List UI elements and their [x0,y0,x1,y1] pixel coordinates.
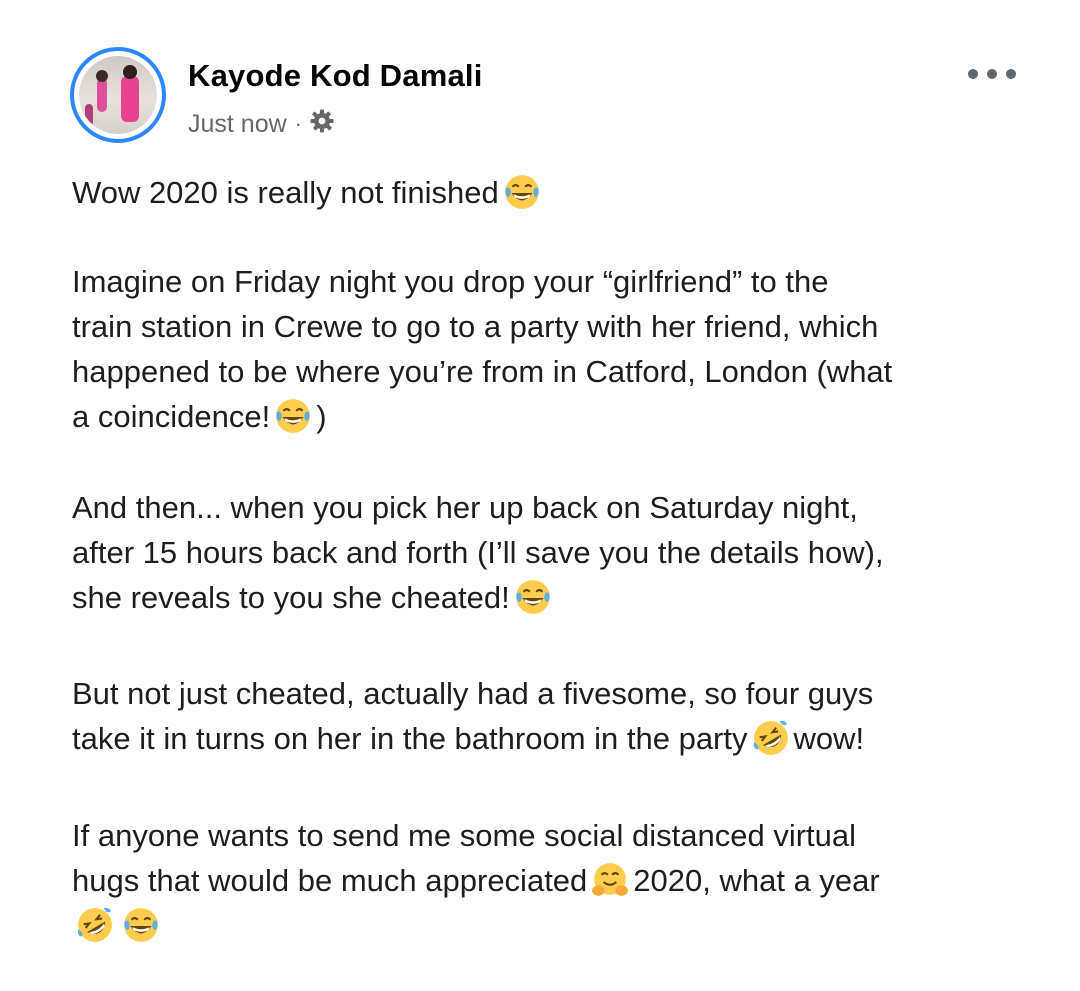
rofl-emoji-icon [753,720,788,755]
post-text: take it in turns on her in the bathroom … [72,721,748,756]
post-text-line: Wow 2020 is really not finished [72,170,1032,215]
post-text-line: she reveals to you she cheated! [72,575,1032,620]
post-paragraph: And then... when you pick her up back on… [72,485,1032,620]
more-options-icon[interactable] [968,62,1016,86]
post-text-line: Imagine on Friday night you drop your “g… [72,259,1032,304]
avatar-photo [79,56,157,134]
post-text: Imagine on Friday night you drop your “g… [72,264,829,299]
post-paragraph: Wow 2020 is really not finished [72,170,1032,215]
tears-of-joy-emoji-icon [124,908,158,942]
privacy-gear-icon[interactable] [310,109,334,140]
post-text: happened to be where you’re from in Catf… [72,354,893,389]
post-text: a coincidence! [72,399,271,434]
post-text: If anyone wants to send me some social d… [72,818,857,853]
post-text-line: hugs that would be much appreciated 2020… [72,858,1032,903]
tears-of-joy-emoji-icon [504,175,539,209]
post-text-line: If anyone wants to send me some social d… [72,813,1032,858]
post-text: train station in Crewe to go to a party … [72,309,879,344]
post-text-line: train station in Crewe to go to a party … [72,304,1032,349]
post-paragraph: If anyone wants to send me some social d… [72,813,1032,948]
post-text-line: And then... when you pick her up back on… [72,485,1032,530]
post-text-line: take it in turns on her in the bathroom … [72,716,1032,761]
post-text-tail: ) [316,399,327,434]
hugging-emoji-icon [592,863,629,896]
post-text: But not just cheated, actually had a fiv… [72,676,874,711]
tears-of-joy-emoji-icon [276,399,311,433]
avatar[interactable] [70,47,166,143]
meta-separator: · [294,111,302,136]
post-timestamp[interactable]: Just now [188,110,287,139]
post-paragraph: Imagine on Friday night you drop your “g… [72,259,1032,439]
post-text-line: happened to be where you’re from in Catf… [72,349,1032,394]
post-meta: Just now · [188,106,334,142]
post-text-tail: 2020, what a year [633,863,880,898]
post-text-line: But not just cheated, actually had a fiv… [72,671,1032,716]
post-text: Wow 2020 is really not finished [72,175,499,210]
rofl-emoji-icon [77,907,112,942]
facebook-post: Kayode Kod Damali Just now · Wow 2020 is… [0,0,1080,991]
post-text-line [72,903,1032,948]
author-name[interactable]: Kayode Kod Damali [188,58,483,94]
post-text: And then... when you pick her up back on… [72,490,858,525]
post-text-tail: wow! [793,721,865,756]
post-text: she reveals to you she cheated! [72,580,510,615]
post-paragraph: But not just cheated, actually had a fiv… [72,671,1032,761]
post-text: hugs that would be much appreciated [72,863,588,898]
tears-of-joy-emoji-icon [515,580,550,614]
post-text-line: a coincidence! ) [72,394,1032,439]
post-text-line: after 15 hours back and forth (I’ll save… [72,530,1032,575]
post-text: after 15 hours back and forth (I’ll save… [72,535,884,570]
